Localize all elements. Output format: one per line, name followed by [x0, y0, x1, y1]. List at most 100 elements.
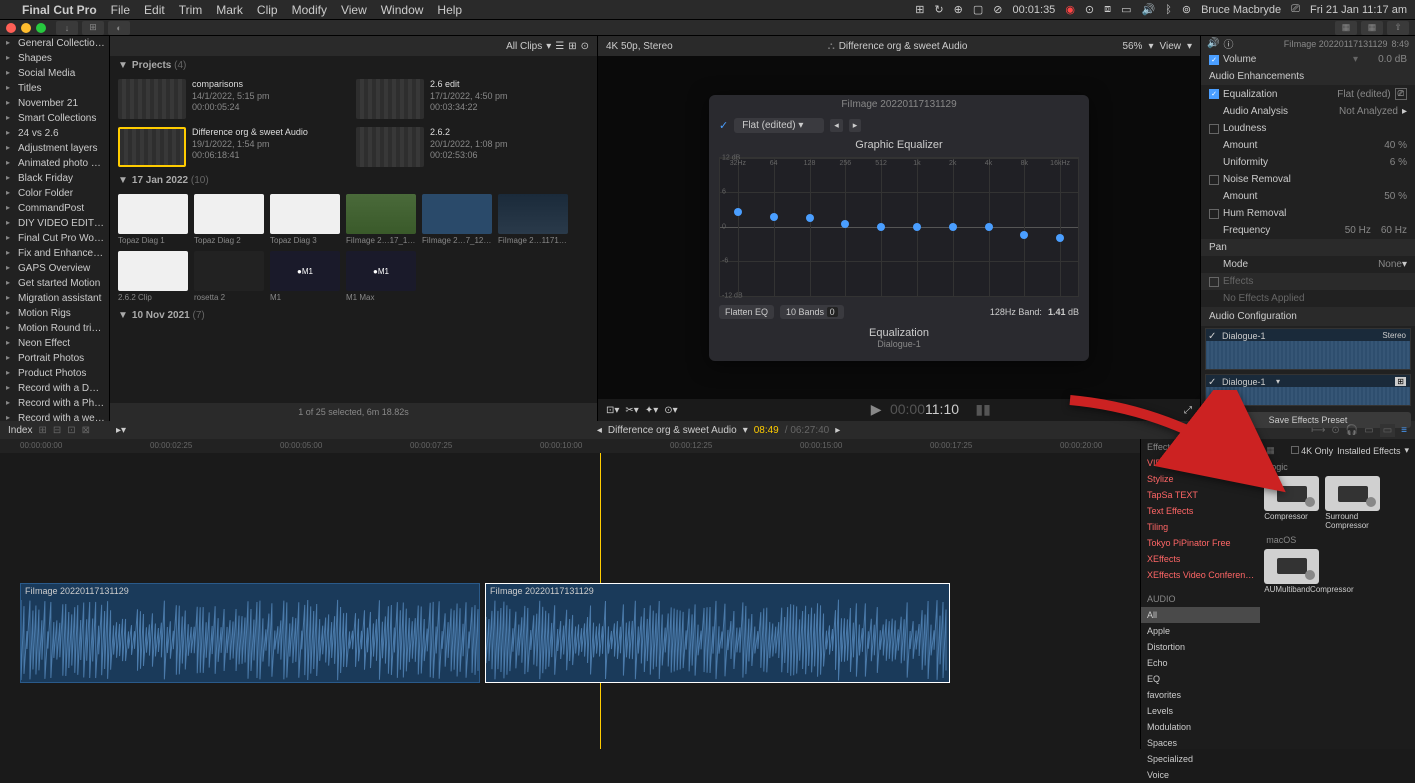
- clip-thumbnail[interactable]: [422, 194, 492, 234]
- eq-edit-icon[interactable]: ⎚: [1395, 88, 1407, 100]
- play-icon[interactable]: ▶: [871, 401, 882, 417]
- project-item[interactable]: 2.6 edit17/1/2022, 4:50 pm00:03:34:22: [356, 79, 586, 119]
- clip-thumbnail[interactable]: [194, 251, 264, 291]
- amount2-value[interactable]: 50 %: [1384, 191, 1407, 202]
- sidebar-item[interactable]: Product Photos: [0, 366, 109, 381]
- clip-thumbnail[interactable]: [498, 194, 568, 234]
- sidebar-item[interactable]: Get started Motion: [0, 276, 109, 291]
- sidebar-item[interactable]: Record with a web c…: [0, 411, 109, 421]
- fx-category[interactable]: Stylize: [1141, 471, 1260, 487]
- eq-next-preset[interactable]: ▸: [849, 119, 862, 132]
- clip-item[interactable]: FiImage 2…117131129: [498, 194, 568, 245]
- clip-item[interactable]: Topaz Diag 2: [194, 194, 264, 245]
- flatten-eq-button[interactable]: Flatten EQ: [719, 305, 774, 319]
- project-thumbnail[interactable]: [356, 127, 424, 167]
- clip-thumbnail[interactable]: [346, 194, 416, 234]
- fx-category[interactable]: Apple: [1141, 623, 1260, 639]
- audio-lane[interactable]: ✓ Dialogue-1 ▾ ⊞: [1205, 374, 1411, 406]
- eq-chart[interactable]: 12 dB60-6-12 dB32Hz641282565121k2k4k8k16…: [719, 157, 1079, 297]
- lane-mode[interactable]: Stereo: [1382, 331, 1406, 340]
- fx-category[interactable]: favorites: [1141, 687, 1260, 703]
- eq-band-point[interactable]: [1056, 234, 1064, 242]
- zoom-level[interactable]: 56%: [1122, 41, 1142, 52]
- display-icon[interactable]: ▭: [1121, 3, 1131, 16]
- timeline-title[interactable]: Difference org & sweet Audio: [608, 425, 737, 436]
- record-icon[interactable]: ◉: [1065, 3, 1075, 16]
- menu-edit[interactable]: Edit: [144, 3, 165, 17]
- eq-band-point[interactable]: [877, 223, 885, 231]
- fx-category[interactable]: All: [1141, 607, 1260, 623]
- menu-view[interactable]: View: [341, 3, 367, 17]
- fx-category[interactable]: XEffects Video Conferen…: [1141, 567, 1260, 583]
- eq-band-point[interactable]: [949, 223, 957, 231]
- fx-category[interactable]: EQ: [1141, 671, 1260, 687]
- timeline-ruler[interactable]: 00:00:00:0000:00:02:2500:00:05:0000:00:0…: [0, 439, 1140, 453]
- status-icon[interactable]: ⧈: [1104, 3, 1111, 16]
- effect-item[interactable]: Surround Compressor: [1325, 476, 1380, 531]
- disclosure-icon[interactable]: ▼: [118, 60, 128, 71]
- sidebar-item[interactable]: Fix and Enhance audio: [0, 246, 109, 261]
- fx-category[interactable]: Tokyo PiPinator Free: [1141, 535, 1260, 551]
- info-inspector-tab[interactable]: ⓘ: [1223, 36, 1233, 51]
- sidebar-item[interactable]: Motion Round tripping: [0, 321, 109, 336]
- eq-prev-preset[interactable]: ◂: [830, 119, 843, 132]
- volume-slider-icon[interactable]: ▾: [1353, 54, 1358, 65]
- transform-tool[interactable]: ⊡▾: [606, 405, 619, 416]
- eq-band-point[interactable]: [734, 208, 742, 216]
- eq-checkbox[interactable]: ✓: [1209, 89, 1219, 99]
- volume-value[interactable]: 0.0 dB: [1378, 54, 1407, 65]
- bluetooth-icon[interactable]: ᛒ: [1165, 4, 1172, 16]
- control-center-icon[interactable]: ⎚: [1291, 3, 1300, 16]
- status-icon[interactable]: ▢: [973, 3, 983, 16]
- freq-50[interactable]: 50 Hz: [1345, 225, 1371, 236]
- menu-window[interactable]: Window: [381, 3, 424, 17]
- fx-category[interactable]: Modulation: [1141, 719, 1260, 735]
- installed-filter[interactable]: Installed Effects: [1337, 446, 1400, 456]
- sidebar-item[interactable]: Color Folder: [0, 186, 109, 201]
- tl-tool-icon[interactable]: ⊠: [82, 425, 90, 436]
- clip-item[interactable]: 2.6.2 Clip: [118, 251, 188, 302]
- eq-band-point[interactable]: [913, 223, 921, 231]
- tl-tool-icon[interactable]: ⊟: [53, 425, 61, 436]
- fx-category[interactable]: Levels: [1141, 703, 1260, 719]
- fx-search-icon[interactable]: ▦: [1266, 445, 1275, 456]
- freq-60[interactable]: 60 Hz: [1381, 225, 1407, 236]
- layout-button[interactable]: ▦: [1361, 21, 1383, 35]
- status-icon[interactable]: ⊘: [993, 3, 1002, 16]
- clip-thumbnail[interactable]: [270, 194, 340, 234]
- sidebar-item[interactable]: Migration assistant: [0, 291, 109, 306]
- lane-icon[interactable]: ⊞: [1395, 377, 1406, 386]
- volume-checkbox[interactable]: ✓: [1209, 55, 1219, 65]
- sidebar-item[interactable]: Black Friday: [0, 171, 109, 186]
- fx-category[interactable]: Distortion: [1141, 639, 1260, 655]
- timeline-tracks[interactable]: 00:00:00:0000:00:02:2500:00:05:0000:00:0…: [0, 439, 1140, 749]
- status-icon[interactable]: ⊕: [954, 3, 963, 16]
- view-list-icon[interactable]: ☰: [555, 41, 564, 52]
- wifi-icon[interactable]: ⊚: [1182, 3, 1191, 16]
- status-icon[interactable]: ⊙: [1085, 3, 1094, 16]
- app-menu[interactable]: Final Cut Pro: [22, 3, 97, 17]
- eq-value[interactable]: Flat (edited): [1337, 89, 1390, 100]
- volume-icon[interactable]: 🔊: [1142, 3, 1156, 16]
- enhance-tool[interactable]: ✦▾: [645, 405, 658, 416]
- sidebar-item[interactable]: Smart Collections: [0, 111, 109, 126]
- view-menu[interactable]: View: [1159, 41, 1181, 52]
- project-thumbnail[interactable]: [356, 79, 424, 119]
- effect-item[interactable]: AUMultibandCompressor: [1264, 549, 1319, 595]
- menu-mark[interactable]: Mark: [216, 3, 243, 17]
- select-tool[interactable]: ▸▾: [116, 425, 126, 436]
- clip-item[interactable]: FiImage 2…17_123051: [346, 194, 416, 245]
- dropdown-icon[interactable]: ▾: [546, 41, 551, 52]
- view-filmstrip-icon[interactable]: ⊞: [568, 41, 576, 52]
- timeline-clip[interactable]: FiImage 20220117131129: [485, 583, 950, 683]
- 4k-filter[interactable]: 4K Only: [1291, 446, 1334, 456]
- eq-band-point[interactable]: [1020, 231, 1028, 239]
- fx-category[interactable]: XEffects: [1141, 551, 1260, 567]
- effect-thumbnail[interactable]: [1264, 549, 1319, 584]
- tl-tool-icon[interactable]: 🎧: [1346, 425, 1358, 436]
- menu-clip[interactable]: Clip: [257, 3, 278, 17]
- fx-category[interactable]: Voice: [1141, 767, 1260, 783]
- dropdown-icon[interactable]: ▾: [1276, 377, 1280, 386]
- keyword-button[interactable]: ⊞: [82, 21, 104, 35]
- eq-enabled-check[interactable]: ✓: [719, 119, 728, 132]
